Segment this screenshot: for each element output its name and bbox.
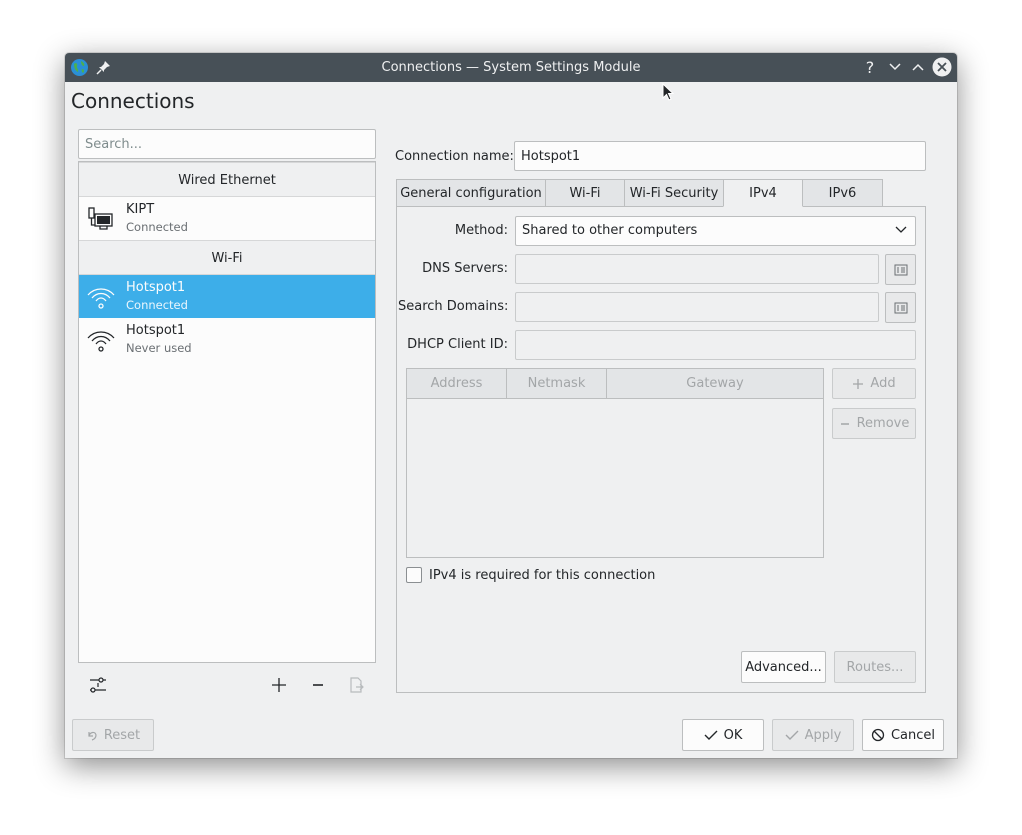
search-input[interactable] — [78, 129, 376, 159]
minimize-button[interactable] — [885, 57, 905, 77]
connection-list[interactable]: Wired Ethernet KIPT Connected Wi-Fi Hots… — [78, 161, 376, 663]
list-edit-icon — [894, 302, 907, 313]
method-select[interactable]: Shared to other computers — [515, 216, 916, 246]
undo-icon — [88, 731, 97, 741]
configure-button[interactable] — [86, 673, 110, 697]
column-header-netmask[interactable]: Netmask — [507, 369, 607, 399]
connection-status: Connected — [126, 220, 188, 234]
add-address-label: Add — [870, 376, 896, 391]
remove-connection-button[interactable] — [306, 673, 330, 697]
connection-name-field[interactable] — [514, 141, 926, 171]
chevron-down-icon — [895, 226, 907, 233]
maximize-button[interactable] — [908, 57, 928, 77]
dhcp-client-id-field[interactable] — [515, 330, 916, 360]
advanced-button[interactable]: Advanced... — [741, 651, 826, 683]
configure-icon — [90, 677, 106, 693]
ok-label: OK — [723, 727, 743, 743]
wired-network-icon — [87, 205, 115, 233]
routes-button[interactable]: Routes... — [834, 651, 916, 683]
chevron-down-icon — [889, 63, 901, 71]
cancel-icon — [871, 728, 885, 742]
connection-status: Never used — [126, 341, 192, 355]
tab-ipv6[interactable]: IPv6 — [802, 179, 883, 207]
group-header-wired: Wired Ethernet — [79, 162, 375, 197]
wifi-icon — [87, 283, 115, 311]
chevron-up-icon — [912, 63, 924, 71]
connection-name: KIPT — [126, 202, 155, 217]
reset-button[interactable]: Reset — [72, 719, 154, 751]
tab-general-configuration[interactable]: General configuration — [396, 179, 546, 207]
remove-address-button[interactable]: Remove — [832, 408, 916, 439]
dns-servers-field[interactable] — [515, 254, 879, 284]
mouse-cursor-icon — [662, 83, 675, 101]
address-table[interactable]: Address Netmask Gateway — [406, 368, 824, 558]
apply-label: Apply — [804, 727, 842, 743]
title-bar[interactable]: Connections — System Settings Module ? — [65, 53, 957, 82]
column-header-address[interactable]: Address — [407, 369, 507, 399]
add-icon — [272, 678, 286, 692]
tab-wifi[interactable]: Wi-Fi — [545, 179, 625, 207]
remove-icon — [840, 422, 849, 425]
export-icon — [350, 677, 364, 693]
help-button[interactable]: ? — [860, 57, 880, 77]
page-title: Connections — [71, 89, 195, 113]
list-edit-icon — [894, 264, 907, 275]
close-icon — [932, 57, 952, 77]
edit-dns-button[interactable] — [885, 254, 916, 285]
wifi-icon — [87, 326, 115, 354]
search-domains-label: Search Domains: — [398, 299, 509, 314]
routes-label: Routes... — [846, 659, 904, 675]
tab-wifi-security[interactable]: Wi-Fi Security — [624, 179, 724, 207]
dhcp-client-id-label: DHCP Client ID: — [407, 337, 508, 352]
column-header-gateway[interactable]: Gateway — [607, 369, 823, 399]
list-item[interactable]: Hotspot1 Connected — [79, 275, 375, 318]
add-address-button[interactable]: Add — [832, 368, 916, 399]
checkmark-icon — [785, 730, 799, 740]
checkmark-icon — [704, 730, 718, 740]
ipv4-required-label[interactable]: IPv4 is required for this connection — [429, 568, 655, 583]
list-item[interactable]: Hotspot1 Never used — [79, 318, 375, 361]
ipv4-required-checkbox[interactable] — [406, 567, 422, 583]
settings-window: Connections — System Settings Module ? C… — [65, 53, 957, 758]
connection-name: Hotspot1 — [126, 280, 186, 295]
group-header-wifi: Wi-Fi — [79, 240, 375, 275]
search-domains-field[interactable] — [515, 292, 879, 322]
edit-search-domains-button[interactable] — [885, 292, 916, 323]
list-item[interactable]: KIPT Connected — [79, 197, 375, 240]
add-connection-button[interactable] — [267, 673, 291, 697]
close-button[interactable] — [932, 57, 952, 77]
remove-icon — [313, 684, 323, 686]
method-label: Method: — [454, 223, 508, 238]
reset-label: Reset — [103, 727, 141, 743]
remove-address-label: Remove — [856, 416, 910, 431]
connection-status: Connected — [126, 298, 188, 312]
connection-name: Hotspot1 — [126, 323, 186, 338]
cancel-label: Cancel — [890, 727, 936, 743]
advanced-label: Advanced... — [745, 659, 822, 675]
ok-button[interactable]: OK — [682, 719, 764, 751]
method-value: Shared to other computers — [522, 223, 698, 238]
tab-ipv4[interactable]: IPv4 — [723, 179, 803, 207]
add-icon — [853, 378, 864, 389]
connection-name-label: Connection name: — [395, 149, 514, 164]
dns-servers-label: DNS Servers: — [422, 261, 508, 276]
cancel-button[interactable]: Cancel — [862, 719, 944, 751]
window-title: Connections — System Settings Module — [381, 60, 641, 75]
export-connection-button[interactable] — [344, 673, 368, 697]
apply-button[interactable]: Apply — [772, 719, 854, 751]
